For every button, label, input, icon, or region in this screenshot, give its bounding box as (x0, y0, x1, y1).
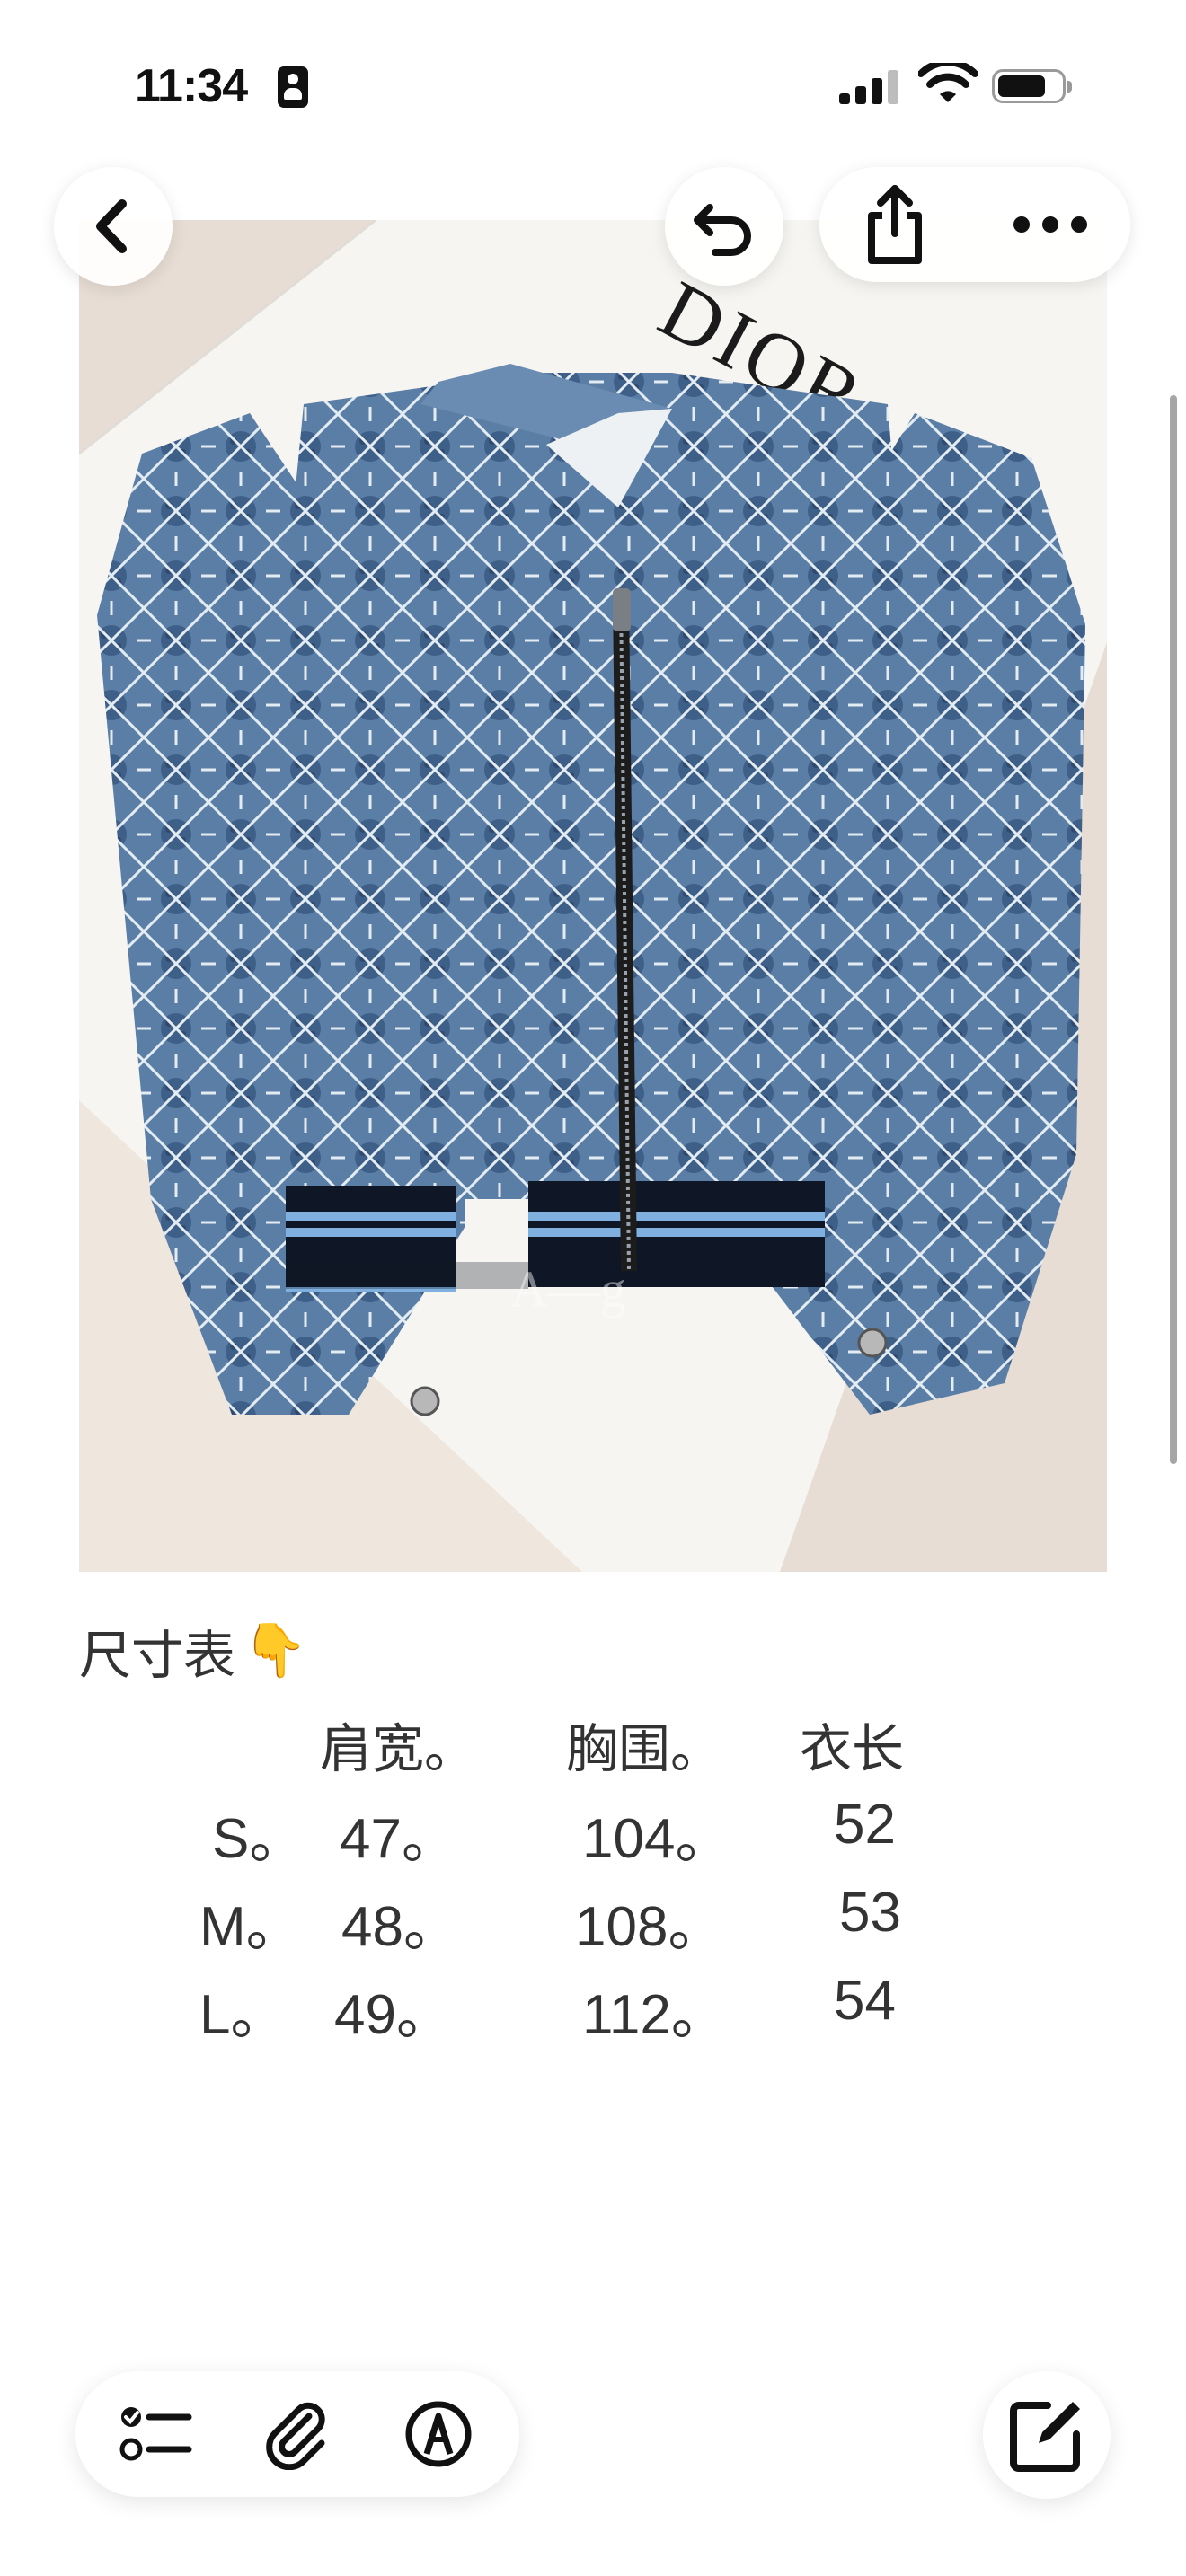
row-m-shoulder: 48。 (341, 1896, 459, 1958)
wifi-icon (918, 63, 978, 102)
note-title: 尺寸表 👇 (79, 1613, 307, 1689)
undo-icon (694, 204, 751, 256)
row-l-size: L。 (199, 1984, 287, 2046)
row-m-length: 53 (839, 1882, 901, 1944)
attachment-button[interactable] (235, 2371, 361, 2497)
contact-card-icon (278, 66, 308, 108)
share-more-group (819, 167, 1130, 282)
checklist-button[interactable] (93, 2371, 219, 2497)
compose-icon (1010, 2402, 1080, 2472)
markup-button[interactable] (376, 2371, 501, 2497)
chevron-left-icon (96, 199, 127, 253)
header-shoulder: 肩宽。 (320, 1720, 477, 1778)
row-s-length: 52 (834, 1794, 896, 1856)
pointing-down-emoji: 👇 (243, 1621, 308, 1680)
status-bar: 11:34 (0, 0, 1186, 171)
header-length: 衣长 (800, 1720, 905, 1778)
markup-pen-icon (405, 2401, 472, 2467)
row-s-chest: 104。 (582, 1808, 731, 1870)
back-button[interactable] (54, 167, 173, 286)
undo-button[interactable] (665, 167, 783, 286)
jacket-image: DIOR A—g (79, 220, 1107, 1572)
scroll-indicator[interactable] (1170, 395, 1177, 1464)
ellipsis-icon (1013, 216, 1087, 233)
more-button[interactable] (970, 167, 1130, 282)
compose-button[interactable] (983, 2371, 1111, 2499)
cellular-signal-icon (839, 68, 898, 104)
row-s-size: S。 (212, 1808, 305, 1870)
row-l-chest: 112。 (582, 1984, 727, 2046)
row-m-size: M。 (199, 1896, 302, 1958)
row-l-shoulder: 49。 (334, 1984, 452, 2046)
battery-icon (992, 69, 1072, 103)
paperclip-icon (266, 2402, 325, 2470)
header-chest: 胸围。 (566, 1720, 723, 1778)
row-l-length: 54 (834, 1970, 896, 2032)
share-icon (868, 185, 922, 264)
share-button[interactable] (819, 167, 970, 282)
note-title-text: 尺寸表 (79, 1627, 236, 1685)
jacket-photo[interactable]: DIOR A—g (79, 220, 1107, 1572)
row-m-chest: 108。 (575, 1896, 724, 1958)
bottom-toolbar (75, 2371, 519, 2497)
photo-watermark: A—g (510, 1260, 626, 1319)
checklist-icon (119, 2407, 192, 2461)
status-time: 11:34 (135, 60, 248, 112)
row-s-shoulder: 47。 (340, 1808, 457, 1870)
